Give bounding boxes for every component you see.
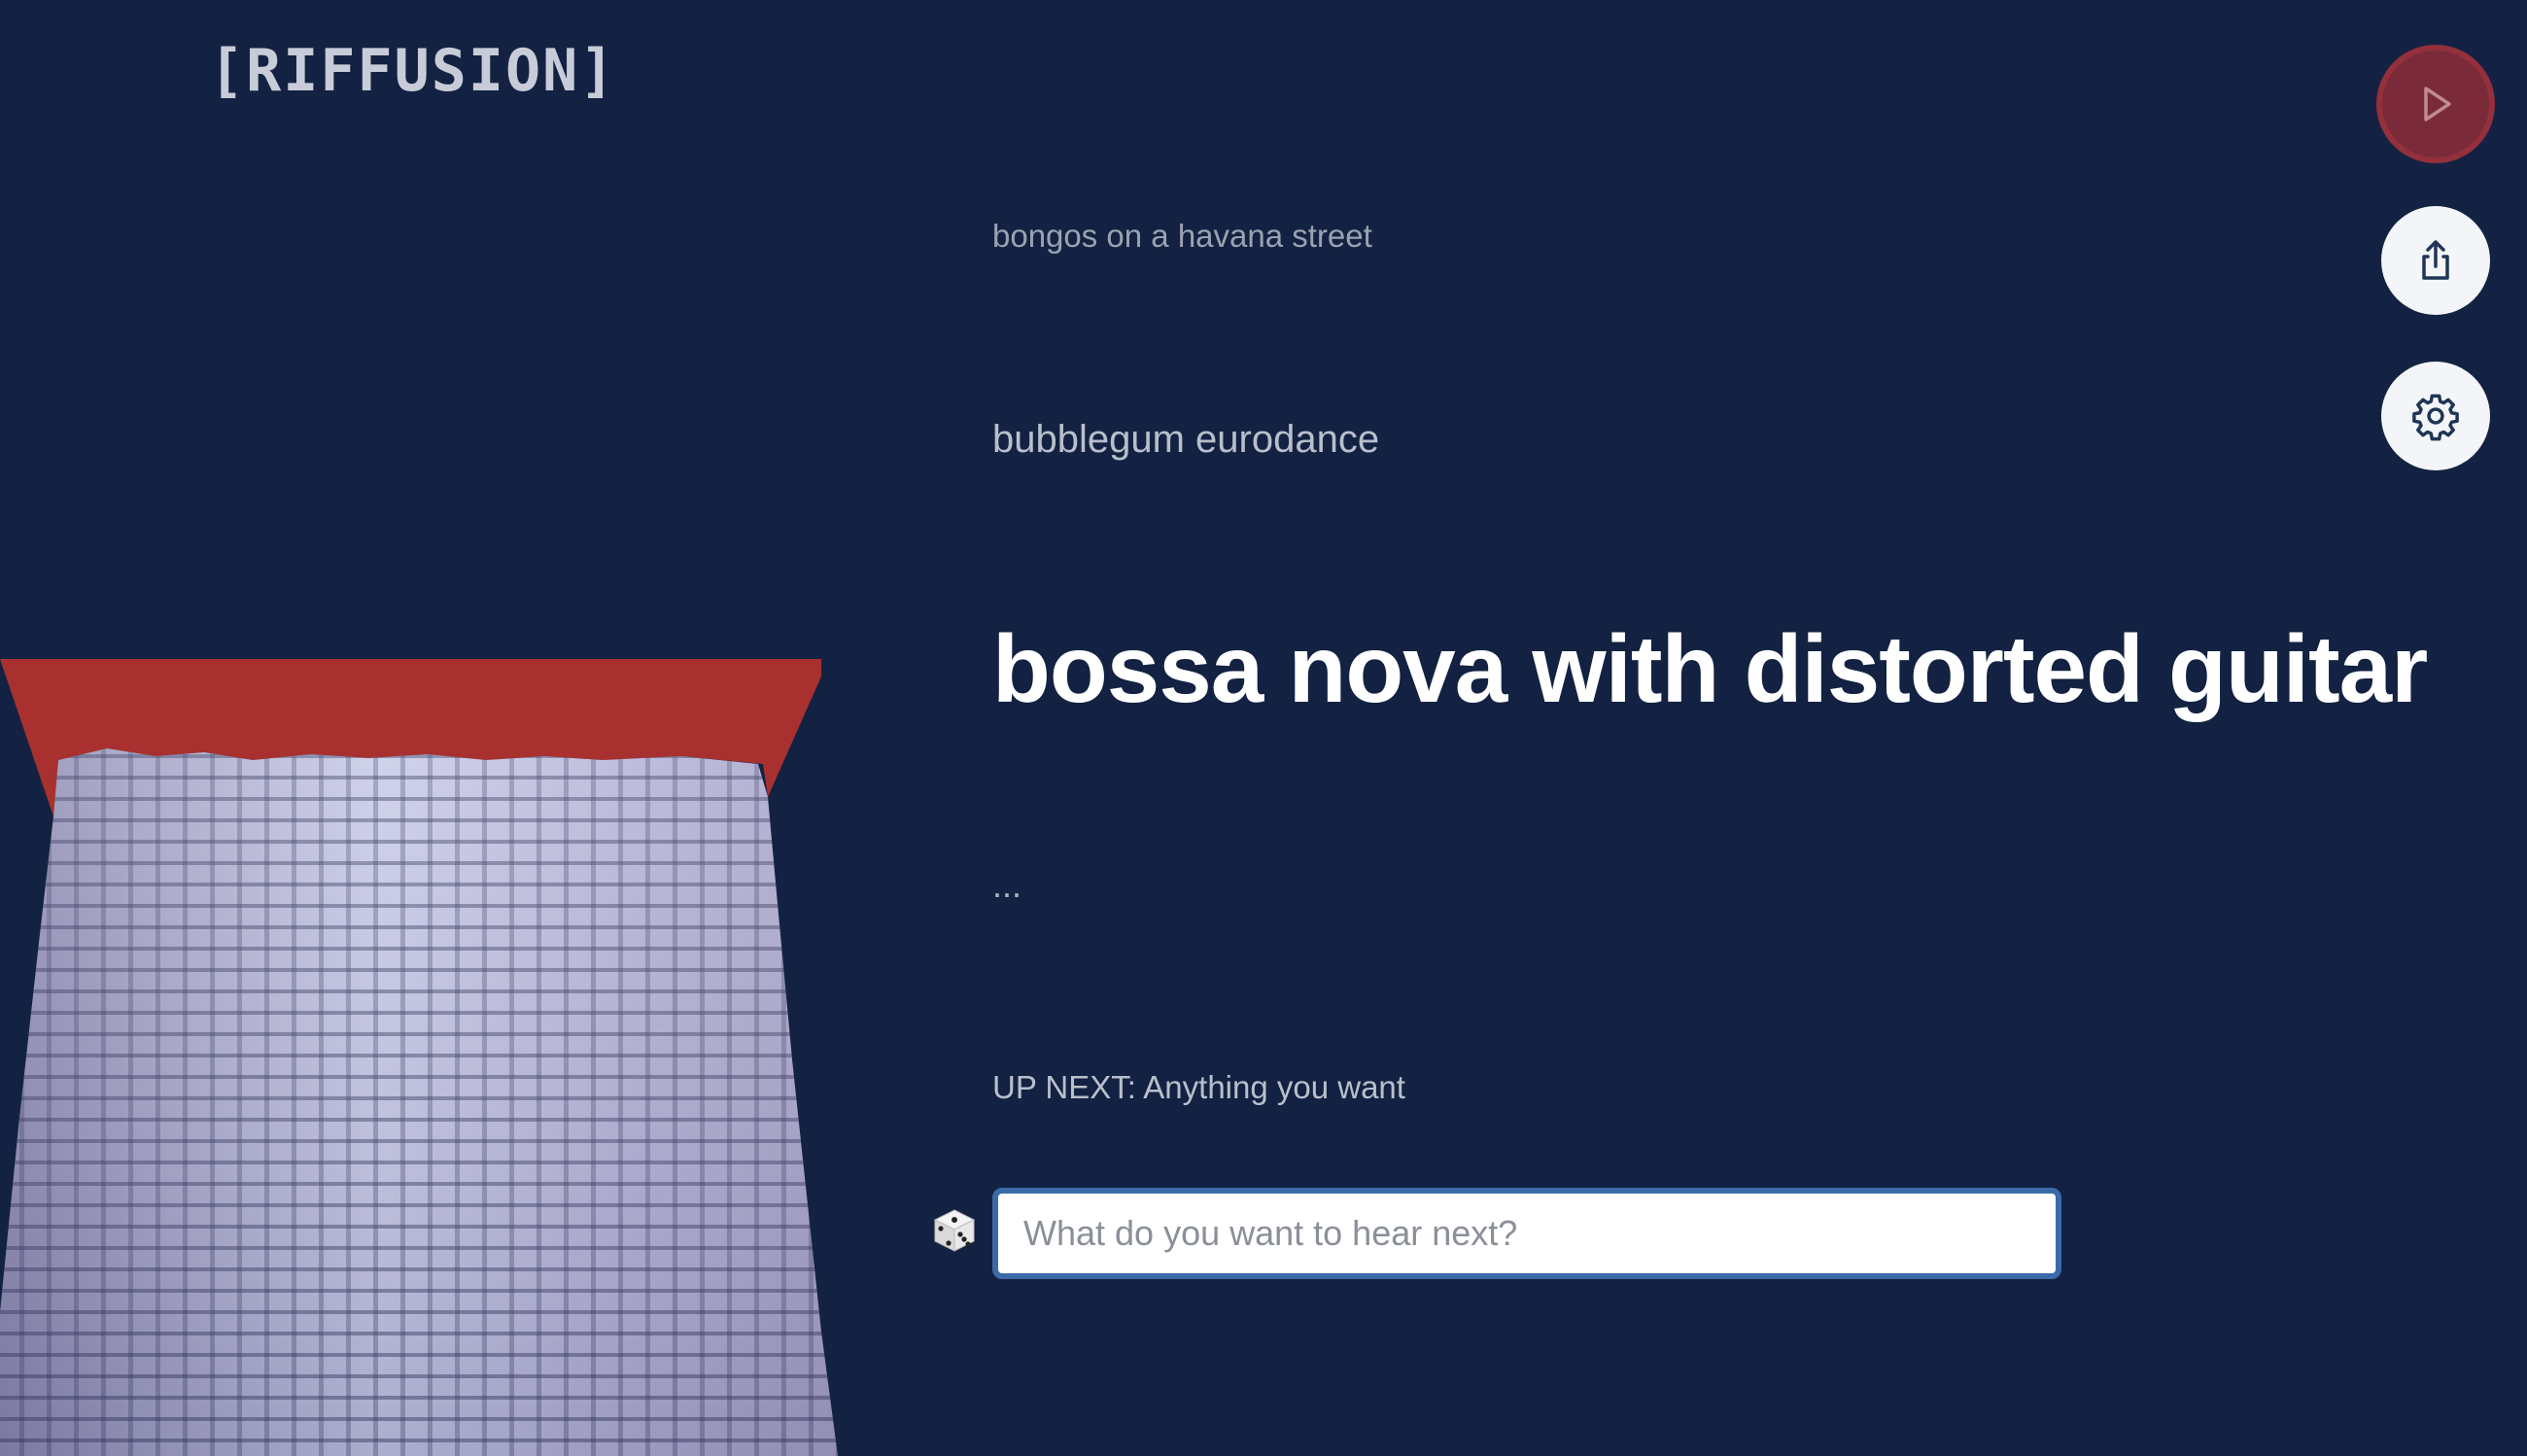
riffusion-page: [RIFFUSION] bongos on a havana street bu… (0, 0, 2527, 1456)
previous-prompt-2: bongos on a havana street (992, 218, 1372, 254)
current-prompt: bossa nova with distorted guitar (992, 615, 2428, 722)
play-icon (2424, 87, 2451, 121)
dice-icon[interactable] (931, 1207, 978, 1254)
pending-prompt: ... (992, 865, 1022, 905)
gear-icon (2412, 394, 2459, 441)
up-next-label: UP NEXT: Anything you want (992, 1069, 1405, 1105)
next-prompt-input-wrapper (992, 1188, 2061, 1279)
settings-button[interactable] (2381, 362, 2490, 470)
app-logo[interactable]: [RIFFUSION] (209, 37, 616, 105)
share-icon (2422, 240, 2449, 280)
spectrogram-visualization (0, 659, 838, 1456)
share-button[interactable] (2381, 206, 2490, 315)
play-button[interactable] (2376, 45, 2495, 163)
next-prompt-input[interactable] (992, 1188, 2061, 1279)
previous-prompt-1: bubblegum eurodance (992, 418, 1380, 461)
